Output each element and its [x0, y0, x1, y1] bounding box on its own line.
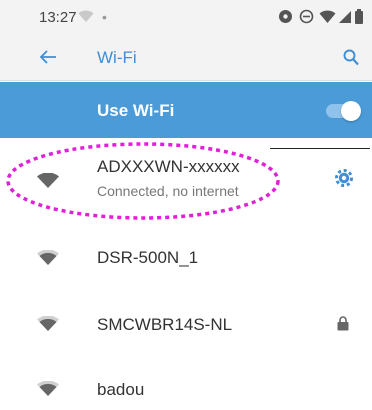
- wifi-status-icon: [319, 10, 336, 29]
- highlight-ellipse: [6, 142, 280, 220]
- gear-icon[interactable]: [335, 169, 353, 192]
- wifi-signal-icon: [78, 10, 94, 28]
- annotation-line: [270, 148, 370, 149]
- sync-icon: [278, 9, 293, 29]
- network-name: SMCWBR14S-NL: [97, 315, 233, 334]
- back-arrow-icon[interactable]: [39, 49, 57, 70]
- page-title: Wi-Fi: [97, 48, 137, 67]
- wifi-signal-icon: [36, 249, 60, 271]
- battery-icon: [355, 9, 363, 29]
- toggle-thumb[interactable]: [341, 101, 361, 121]
- search-icon[interactable]: [343, 49, 359, 71]
- network-name: badou: [97, 380, 145, 399]
- status-time: 13:27: [39, 9, 77, 26]
- wifi-signal-icon: [36, 380, 60, 402]
- status-dot: •: [102, 9, 107, 25]
- wifi-signal-icon: [36, 315, 60, 337]
- use-wifi-label: Use Wi-Fi: [97, 101, 175, 120]
- do-not-disturb-icon: [299, 9, 314, 29]
- use-wifi-bar: [0, 82, 372, 138]
- network-name: DSR-500N_1: [97, 248, 199, 267]
- lock-icon: [337, 316, 349, 336]
- cell-signal-icon: [338, 10, 352, 29]
